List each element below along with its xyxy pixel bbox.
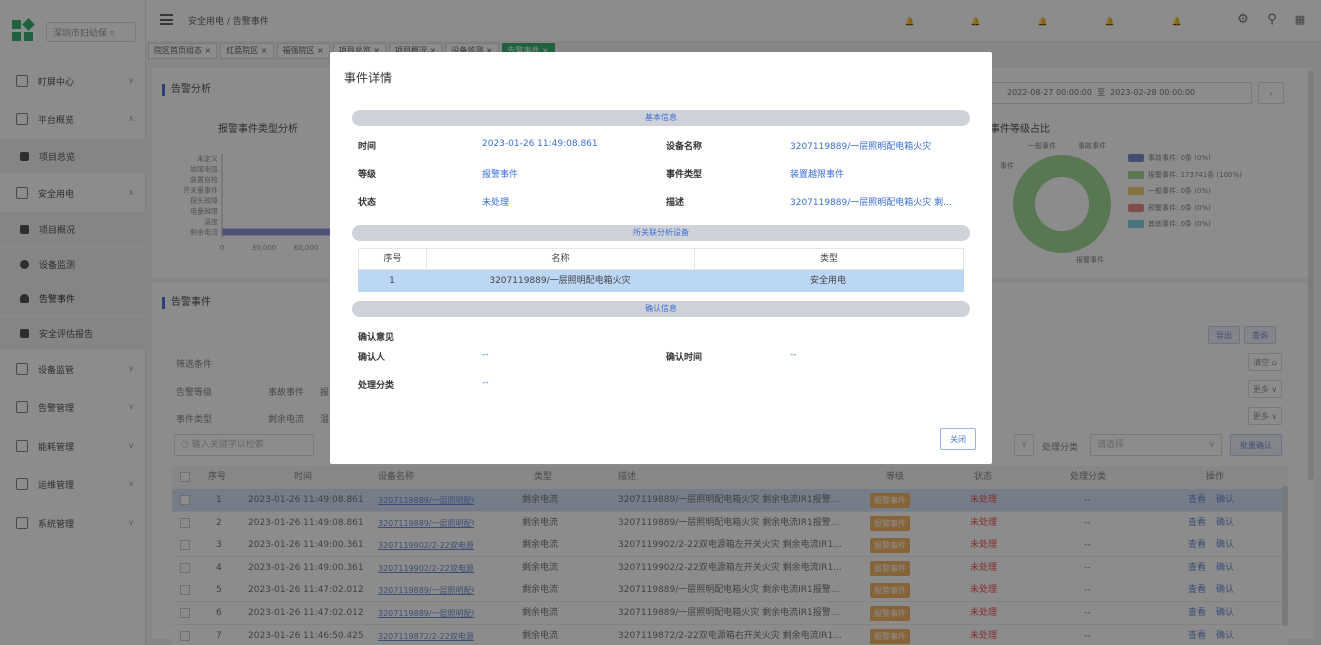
desc-value: 3207119889/一层照明配电箱火灾 剩... — [790, 198, 952, 208]
level-value: 报警事件 — [482, 170, 519, 180]
related-table-row[interactable]: 1 3207119889/一层照明配电箱火灾 安全用电 — [358, 270, 964, 292]
time-value: 2023-01-26 11:49:08.861 — [482, 139, 598, 149]
confirm-time-value: -- — [790, 350, 797, 360]
confirmer-value: -- — [482, 350, 489, 360]
opinion-label: 确认意见 — [358, 333, 395, 343]
status-value: 未处理 — [482, 198, 510, 208]
process-class-value: -- — [482, 378, 489, 388]
related-col-no: 序号 — [359, 249, 427, 269]
confirm-info-section: 确认信息 — [352, 301, 970, 317]
related-col-type: 类型 — [819, 254, 838, 264]
related-col-name: 名称 — [427, 249, 695, 269]
related-devices-section: 所关联分析设备 — [352, 225, 970, 241]
basic-info-section: 基本信息 — [352, 110, 970, 126]
time-label: 时间 — [358, 142, 377, 152]
level-label: 等级 — [358, 170, 377, 180]
dialog-title: 事件详情 — [344, 71, 393, 85]
confirmer-label: 确认人 — [358, 353, 386, 363]
event-type-value: 装置越限事件 — [790, 170, 845, 180]
related-row-no: 1 — [389, 276, 395, 286]
status-label: 状态 — [358, 198, 377, 208]
event-detail-dialog: 事件详情 基本信息 时间 2023-01-26 11:49:08.861 设备名… — [330, 52, 992, 464]
confirm-time-label: 确认时间 — [666, 353, 703, 363]
desc-label: 描述 — [666, 198, 685, 208]
event-type-label: 事件类型 — [666, 170, 703, 180]
related-table-header: 序号 名称 类型 — [358, 248, 964, 270]
device-label: 设备名称 — [666, 142, 703, 152]
related-row-type: 安全用电 — [809, 276, 846, 286]
related-row-name: 3207119889/一层照明配电箱火灾 — [489, 276, 631, 286]
device-value: 3207119889/一层照明配电箱火灾 — [790, 142, 932, 152]
close-button[interactable]: 关闭 — [940, 428, 976, 450]
process-class-label: 处理分类 — [358, 381, 395, 391]
